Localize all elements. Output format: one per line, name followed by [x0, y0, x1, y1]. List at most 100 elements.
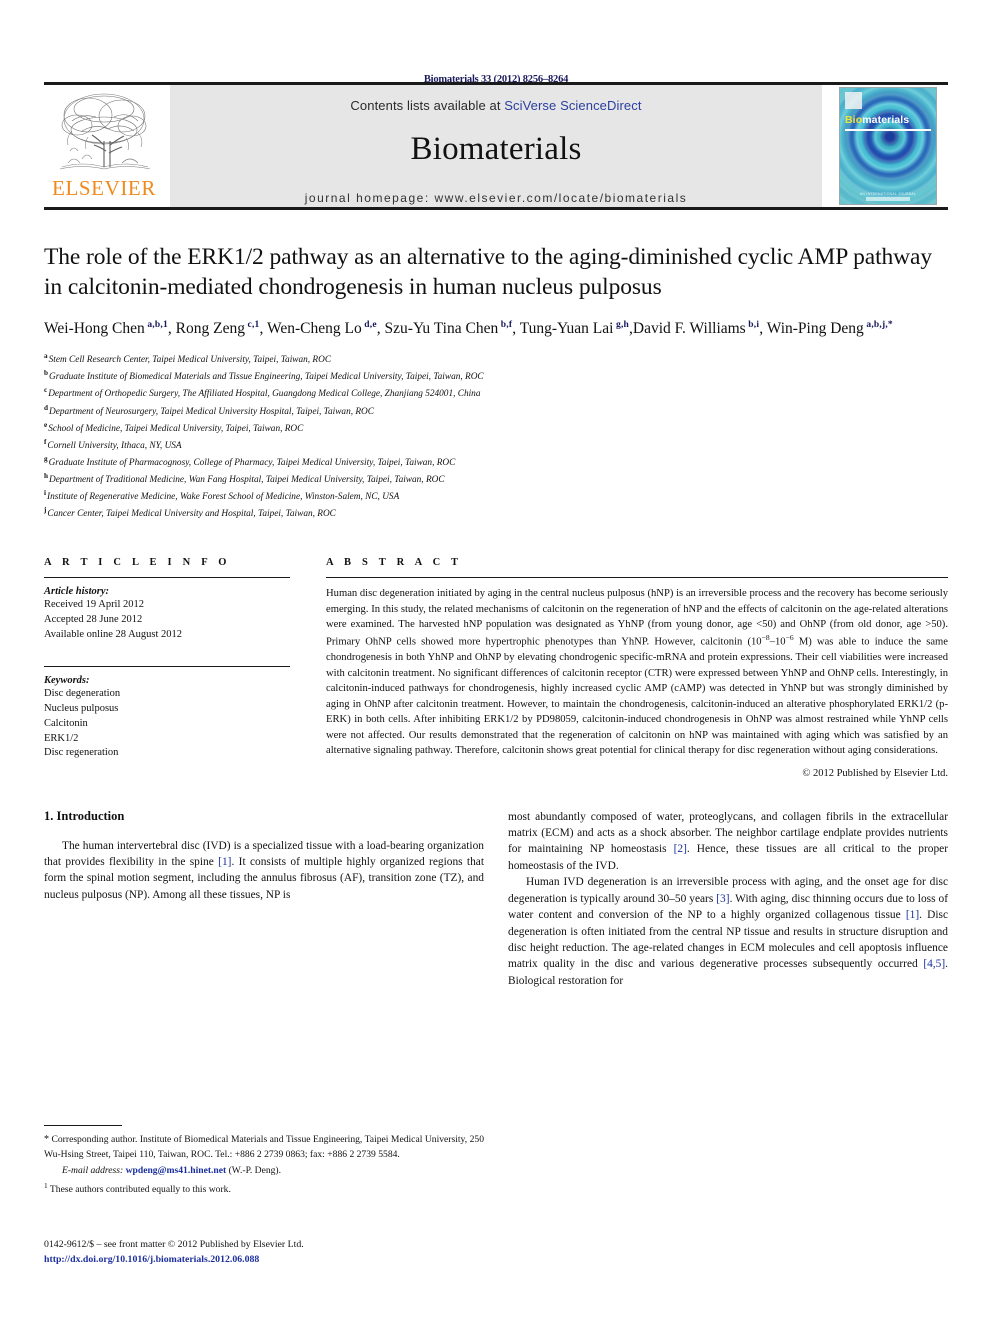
author-affiliation-marker: c,1 [244, 320, 260, 330]
footnote-equal-contribution: 1 These authors contributed equally to t… [44, 1181, 484, 1197]
article-history-accepted: Accepted 28 June 2012 [44, 613, 143, 625]
author-affiliation-marker: a,b,j,* [863, 320, 893, 330]
sciencedirect-link[interactable]: SciVerse ScienceDirect [504, 98, 641, 113]
author-name[interactable]: Wei-Hong Chen [44, 320, 145, 337]
author-affiliation-marker: b,i [745, 320, 760, 330]
affiliation-item: cDepartment of Orthopedic Surgery, The A… [44, 385, 948, 402]
author-name[interactable]: Win-Ping Deng [767, 320, 864, 337]
section-heading-introduction: 1. Introduction [44, 808, 125, 823]
footnote-corresponding-author: * Corresponding author. Institute of Bio… [44, 1133, 484, 1161]
affiliation-marker: g [44, 455, 48, 463]
affiliation-text: Department of Orthopedic Surgery, The Af… [48, 389, 481, 400]
author-name[interactable]: Wen-Cheng Lo [267, 320, 362, 337]
body-column-right: most abundantly composed of water, prote… [508, 809, 948, 1109]
affiliation-text: Department of Traditional Medicine, Wan … [49, 475, 445, 486]
keywords-rule [44, 665, 290, 667]
keyword-item: Disc regeneration [44, 747, 119, 759]
article-history-label: Article history: [44, 586, 110, 598]
affiliation-marker: e [44, 420, 48, 429]
body-columns: 1. Introduction The human intervertebral… [44, 809, 948, 1109]
citation-ref[interactable]: [4,5] [923, 958, 945, 970]
citation-ref[interactable]: [2] [674, 843, 687, 855]
affiliation-marker: i [44, 489, 46, 498]
contents-prefix: Contents lists available at [350, 98, 505, 113]
affiliation-marker: a [44, 352, 48, 361]
keyword-item: Nucleus pulposus [44, 702, 119, 714]
intro-paragraph-left: The human intervertebral disc (IVD) is a… [44, 838, 484, 904]
affiliation-item: dDepartment of Neurosurgery, Taipei Medi… [44, 403, 948, 420]
citation-ref[interactable]: [1] [218, 856, 231, 868]
article-info-heading: A R T I C L E I N F O [44, 556, 231, 568]
abstract-copyright: © 2012 Published by Elsevier Ltd. [802, 767, 948, 779]
cover-artwork: Biomaterials AN INTERNATIONAL JOURNAL [839, 87, 937, 205]
affiliation-text: Institute of Regenerative Medicine, Wake… [47, 492, 400, 503]
article-info-rule [44, 576, 290, 579]
affiliation-item: hDepartment of Traditional Medicine, Wan… [44, 471, 948, 488]
affiliation-item: jCancer Center, Taipei Medical Universit… [44, 505, 948, 522]
masthead-bottom-rule [44, 207, 948, 210]
front-matter-line: 0142-9612/$ – see front matter © 2012 Pu… [44, 1239, 304, 1250]
author-name[interactable]: Szu-Yu Tina Chen [385, 320, 499, 337]
cover-title-materials: materials [862, 114, 910, 126]
running-head: Biomaterials 33 (2012) 8256–8264 [423, 74, 569, 85]
affiliation-marker: b [44, 369, 48, 378]
email-address-link[interactable]: wpdeng@ms41.hinet.net [126, 1165, 227, 1176]
keyword-item: Calcitonin [44, 717, 88, 729]
footnote-separator-rule [44, 1125, 122, 1126]
abstract-column: A B S T R A C T Human disc degeneration … [290, 557, 948, 779]
affiliation-marker: h [44, 472, 48, 481]
affiliation-item: iInstitute of Regenerative Medicine, Wak… [44, 488, 948, 505]
affiliation-item: eSchool of Medicine, Taipei Medical Univ… [44, 420, 948, 437]
affiliation-text: Department of Neurosurgery, Taipei Medic… [49, 406, 374, 417]
author-name[interactable]: Tung-Yuan Lai [520, 320, 614, 337]
affiliation-text: Cancer Center, Taipei Medical University… [47, 509, 336, 520]
article-history-received: Received 19 April 2012 [44, 599, 145, 611]
abstract-heading: A B S T R A C T [326, 556, 463, 568]
affiliation-item: fCornell University, Ithaca, NY, USA [44, 437, 948, 454]
affiliation-text: Stem Cell Research Center, Taipei Medica… [48, 355, 332, 366]
cover-elsevier-mark-icon [845, 92, 862, 109]
author-name[interactable]: Rong Zeng [176, 320, 245, 337]
article-info-spacer [44, 643, 290, 657]
author-affiliation-marker: d,e [361, 320, 377, 330]
elsevier-wordmark: ELSEVIER [52, 176, 156, 200]
footnote-email: E-mail address: wpdeng@ms41.hinet.net (W… [44, 1164, 484, 1178]
citation-ref[interactable]: [3] [716, 893, 729, 905]
citation-ref[interactable]: [1] [906, 909, 919, 921]
keyword-item: Disc degeneration [44, 687, 121, 699]
affiliation-marker: d [44, 403, 48, 412]
title-block: The role of the ERK1/2 pathway as an alt… [44, 242, 948, 523]
author-affiliation-marker: g,h [613, 320, 630, 330]
abstract-part2: M) was able to induce the same chondroge… [326, 636, 948, 757]
corresponding-author-text: Corresponding author. Institute of Biome… [44, 1134, 484, 1160]
affiliation-item: aStem Cell Research Center, Taipei Medic… [44, 351, 948, 368]
affiliation-text: School of Medicine, Taipei Medical Unive… [48, 423, 304, 434]
intro-paragraph-right-2: Human IVD degeneration is an irreversibl… [508, 874, 948, 989]
imprint-block: 0142-9612/$ – see front matter © 2012 Pu… [44, 1238, 564, 1267]
paper-title: The role of the ERK1/2 pathway as an alt… [44, 244, 933, 301]
contents-lists-line: Contents lists available at SciVerse Sci… [350, 98, 641, 113]
abstract-body: Human disc degeneration initiated by agi… [326, 586, 948, 759]
affiliation-item: bGraduate Institute of Biomedical Materi… [44, 368, 948, 385]
journal-cover-thumbnail: Biomaterials AN INTERNATIONAL JOURNAL [828, 85, 948, 207]
author-list: Wei-Hong Chen a,b,1, Rong Zeng c,1, Wen-… [44, 320, 893, 338]
affiliation-text: Graduate Institute of Pharmacognosy, Col… [48, 458, 456, 469]
article-info-column: A R T I C L E I N F O Article history: R… [44, 557, 290, 779]
author-affiliation-marker: b,f [498, 320, 513, 330]
affiliation-marker: c [44, 386, 48, 395]
affiliation-list: aStem Cell Research Center, Taipei Medic… [44, 351, 948, 522]
email-address-label: E-mail address: [62, 1165, 124, 1177]
affiliation-item: gGraduate Institute of Pharmacognosy, Co… [44, 454, 948, 471]
equal-contribution-text: These authors contributed equally to thi… [47, 1184, 231, 1196]
cover-title-bio: Bio [845, 114, 863, 126]
author-name[interactable]: David F. Williams [633, 320, 746, 337]
abstract-exponent-2: −6 [785, 633, 794, 643]
journal-title: Biomaterials [410, 131, 582, 167]
doi-link[interactable]: http://dx.doi.org/10.1016/j.biomaterials… [44, 1253, 564, 1268]
affiliation-text: Cornell University, Ithaca, NY, USA [47, 440, 182, 451]
email-address-suffix: (W.-P. Deng). [226, 1165, 282, 1177]
cover-footer-bar [866, 197, 910, 201]
abstract-rule [326, 576, 948, 579]
elsevier-tree-icon [52, 89, 156, 177]
journal-homepage-line[interactable]: journal homepage: www.elsevier.com/locat… [305, 191, 687, 205]
